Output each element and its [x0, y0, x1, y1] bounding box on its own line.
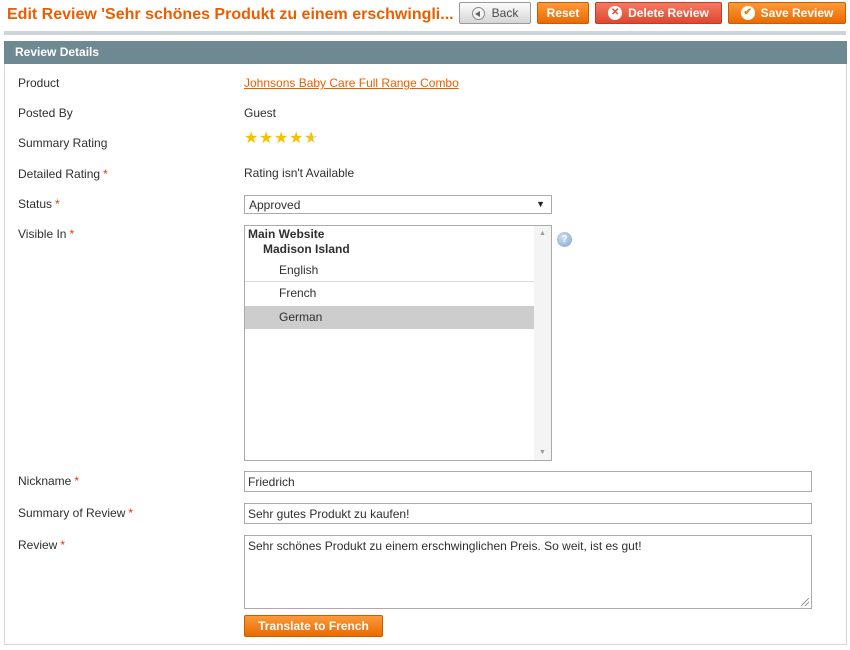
review-textarea[interactable]: Sehr schönes Produkt zu einem erschwingl… [244, 535, 812, 609]
dropdown-arrow-icon: ▼ [536, 199, 545, 209]
back-button-label: Back [491, 6, 519, 20]
detailed-rating-value: Rating isn't Available [244, 166, 355, 180]
delete-button-label: Delete Review [628, 6, 709, 20]
page-header: Edit Review 'Sehr schönes Produkt zu ein… [0, 0, 850, 36]
star-icon: ★ [274, 130, 289, 147]
review-label: Review * [18, 538, 66, 552]
status-selected-value: Approved [249, 198, 301, 212]
translate-to-french-button[interactable]: Translate to French [244, 615, 383, 637]
required-marker: * [69, 227, 75, 241]
required-marker: * [60, 538, 66, 552]
nickname-input[interactable]: Friedrich [244, 471, 812, 492]
multiselect-scrollbar[interactable]: ▲ ▼ [534, 226, 551, 460]
delete-review-button[interactable]: ✕ Delete Review [595, 2, 722, 24]
product-link[interactable]: Johnsons Baby Care Full Range Combo [244, 76, 459, 90]
back-arrow-icon [471, 6, 485, 20]
nickname-label: Nickname * [18, 474, 80, 488]
checkmark-icon: ✔ [740, 6, 755, 20]
page-title: Edit Review 'Sehr schönes Produkt zu ein… [7, 6, 454, 23]
posted-by-value: Guest [244, 106, 277, 120]
summary-of-review-label: Summary of Review * [18, 506, 134, 520]
posted-by-label: Posted By [18, 106, 73, 120]
header-divider [4, 31, 846, 35]
reset-button-label: Reset [546, 6, 580, 20]
required-marker: * [103, 167, 108, 181]
save-button-label: Save Review [760, 6, 834, 20]
store-view-option-selected[interactable]: German [245, 306, 535, 329]
back-button[interactable]: Back [459, 2, 531, 24]
half-star-icon: ★ [304, 131, 319, 148]
store-view-option[interactable]: French [245, 283, 535, 305]
product-label: Product [18, 76, 60, 90]
save-review-button[interactable]: ✔ Save Review [728, 2, 846, 24]
star-icon: ★ [289, 130, 304, 147]
status-label: Status * [18, 197, 60, 211]
store-view-option[interactable]: English [245, 260, 535, 282]
scroll-up-icon[interactable]: ▲ [539, 230, 546, 237]
required-marker: * [128, 506, 134, 520]
delete-icon: ✕ [608, 6, 623, 20]
section-title: Review Details [4, 41, 847, 64]
reset-button[interactable]: Reset [537, 2, 589, 24]
status-select[interactable]: Approved ▼ [244, 195, 552, 214]
website-group-label: Main Website [248, 227, 325, 241]
scroll-down-icon[interactable]: ▼ [539, 449, 546, 456]
required-marker: * [55, 197, 60, 211]
visible-in-label: Visible In * [18, 227, 75, 241]
summary-rating-stars: ★ ★ ★ ★ ★ [244, 130, 319, 148]
summary-of-review-input[interactable]: Sehr gutes Produkt zu kaufen! [244, 503, 812, 524]
required-marker: * [74, 474, 80, 488]
detailed-rating-label: Detailed Rating * [18, 167, 108, 181]
star-icon: ★ [259, 130, 274, 147]
resize-handle-icon[interactable] [801, 598, 809, 606]
review-text: Sehr schönes Produkt zu einem erschwingl… [248, 539, 642, 553]
summary-rating-label: Summary Rating [18, 136, 108, 150]
store-group-label: Madison Island [263, 242, 350, 256]
help-icon[interactable]: ? [557, 232, 572, 247]
visible-in-multiselect[interactable]: Main Website Madison Island English Fren… [244, 225, 552, 461]
star-icon: ★ [244, 130, 259, 147]
